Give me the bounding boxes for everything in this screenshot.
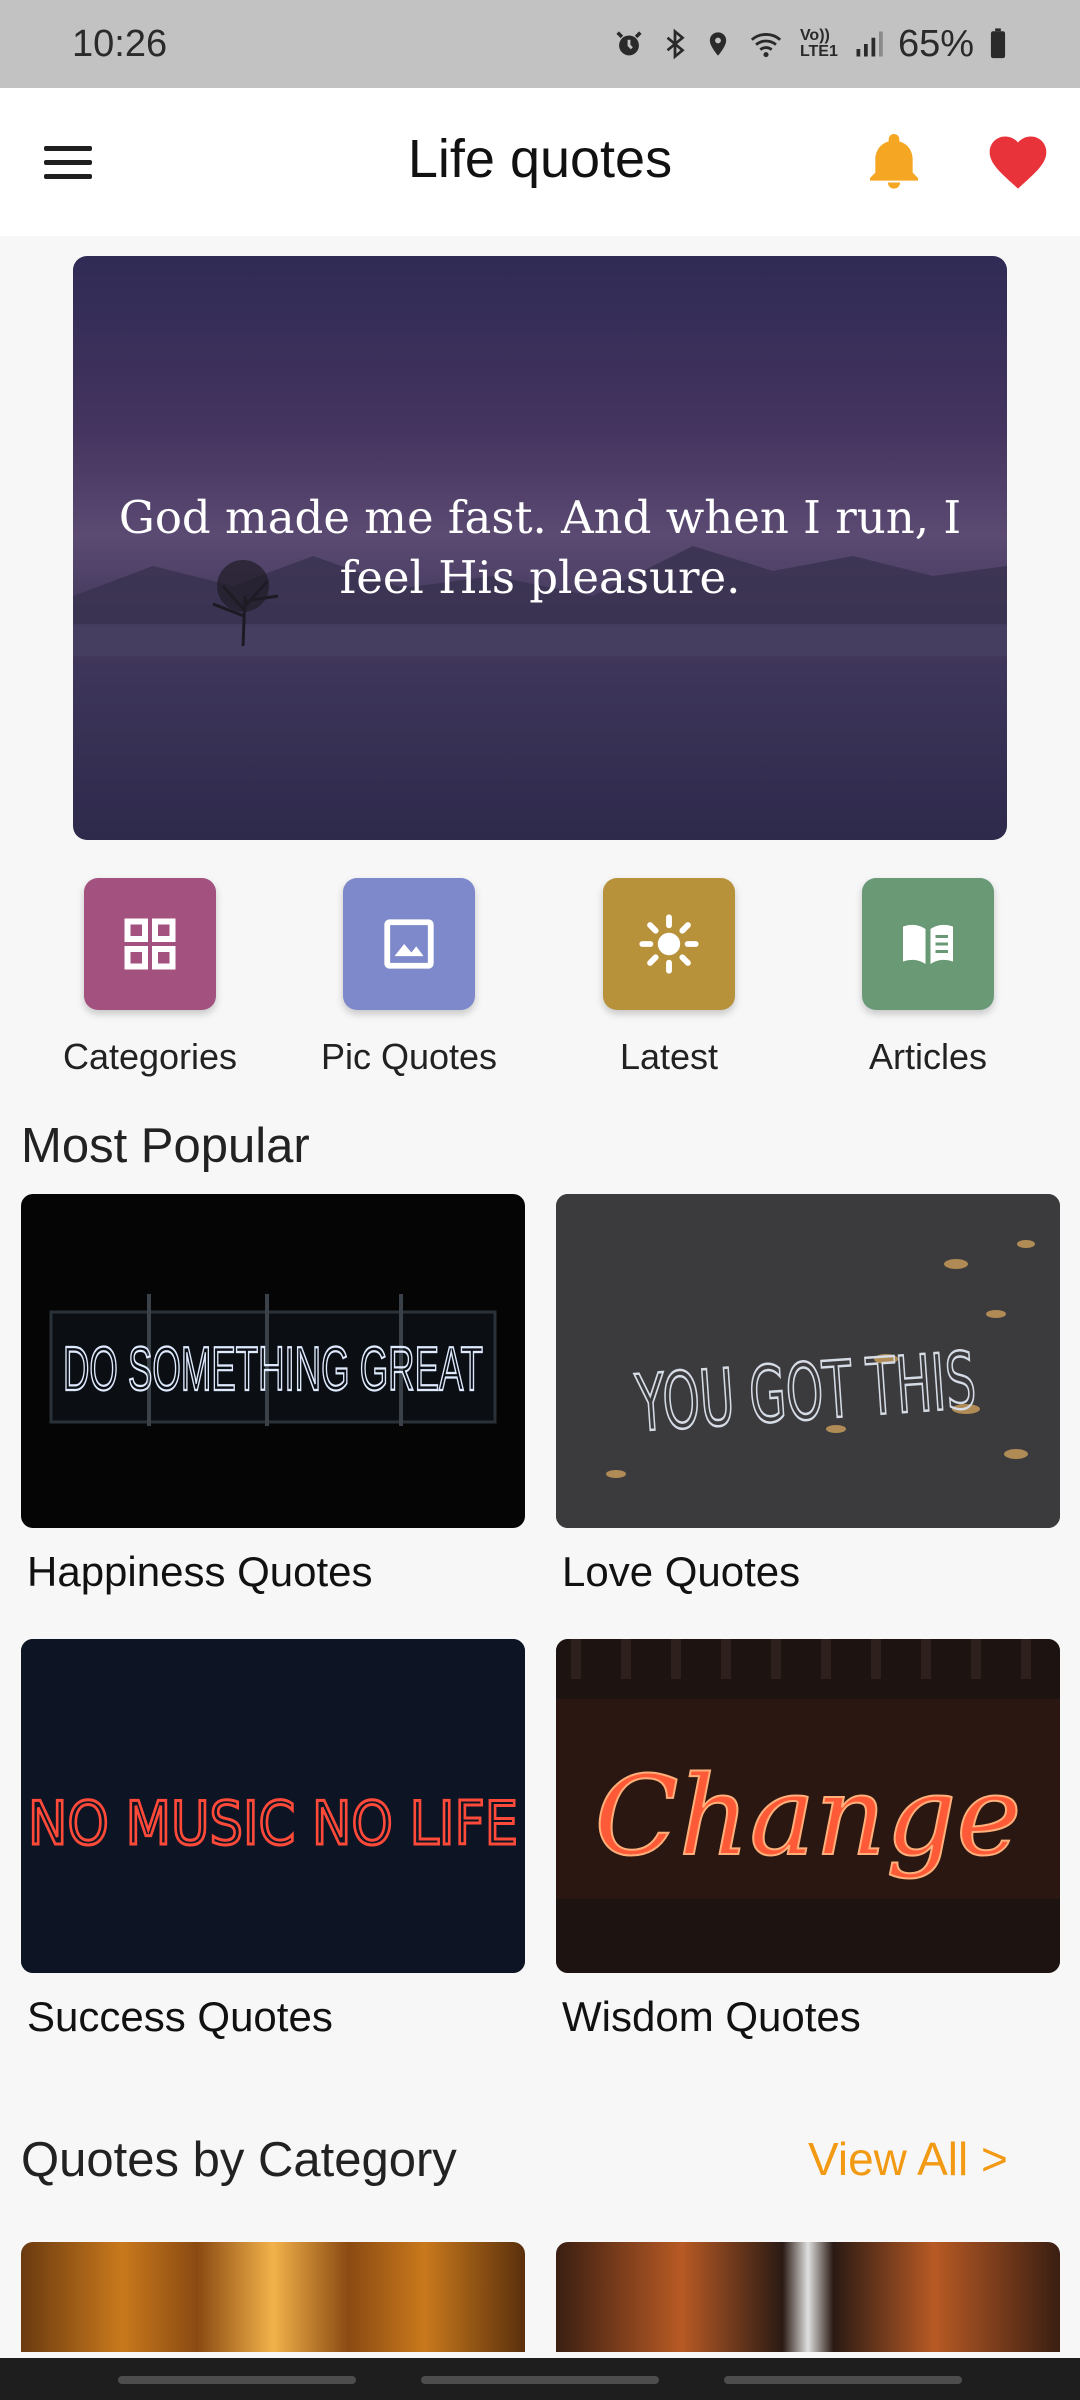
shortcut-articles[interactable]: Articles xyxy=(828,878,1028,1078)
hero-quote-text: God made me fast. And when I run, I feel… xyxy=(118,491,962,604)
system-navigation-bar xyxy=(0,2358,1080,2400)
network-label: Vo)) LTE1 xyxy=(799,27,838,60)
wifi-icon xyxy=(750,33,782,58)
shortcut-label: Categories xyxy=(62,1036,238,1077)
notifications-bell-icon[interactable] xyxy=(862,128,926,196)
card-caption: Wisdom Quotes xyxy=(562,1993,861,2040)
bluetooth-icon xyxy=(666,28,685,60)
shortcut-label: Articles xyxy=(868,1036,988,1077)
nav-home-handle[interactable] xyxy=(421,2376,659,2384)
chalk-text-image: YOU GOT THIS xyxy=(556,1194,1060,1528)
grid-icon xyxy=(124,918,176,970)
shortcut-label: Pic Quotes xyxy=(320,1036,498,1077)
card-caption: Love Quotes xyxy=(562,1548,801,1595)
most-popular-heading: Most Popular xyxy=(21,1119,310,1173)
popular-card-wisdom[interactable]: Change Wisdom Quotes xyxy=(556,1639,1060,2041)
battery-percent: 65% xyxy=(897,22,974,65)
battery-icon xyxy=(990,28,1006,59)
image-overlay-text: NO MUSIC NO LIFE xyxy=(28,1789,518,1859)
wisdom-card-image: Change xyxy=(556,1639,1060,1973)
signal-icon xyxy=(856,31,883,57)
categories-tile xyxy=(84,878,216,1010)
popular-card-success[interactable]: NO MUSIC NO LIFE Success Quotes xyxy=(21,1639,525,2041)
happiness-card-image: DO SOMETHING GREAT xyxy=(21,1194,525,1528)
app-bar: Life quotes xyxy=(0,88,1080,236)
menu-icon-line xyxy=(44,145,92,151)
neon-sign-image: DO SOMETHING GREAT xyxy=(49,1294,497,1426)
category-card-2[interactable] xyxy=(556,2242,1060,2352)
success-card-image: NO MUSIC NO LIFE xyxy=(21,1639,525,1973)
shortcut-pic-quotes[interactable]: Pic Quotes xyxy=(309,878,509,1078)
popular-card-happiness[interactable]: DO SOMETHING GREAT Happiness Quotes xyxy=(21,1194,525,1596)
image-icon xyxy=(384,919,434,969)
status-bar: 10:26 Vo)) LTE1 65% xyxy=(0,0,1080,88)
nav-back-handle[interactable] xyxy=(724,2376,962,2384)
location-icon xyxy=(709,32,727,56)
menu-icon-line xyxy=(44,159,92,165)
neon-sign-image: Change xyxy=(556,1639,1060,1973)
book-icon xyxy=(903,924,953,964)
card-caption: Happiness Quotes xyxy=(27,1548,373,1595)
menu-icon-line xyxy=(44,173,92,179)
card-caption: Success Quotes xyxy=(27,1993,333,2040)
view-all-link[interactable]: View All > xyxy=(808,2132,1008,2186)
shortcut-categories[interactable]: Categories xyxy=(50,878,250,1078)
pic-quotes-tile xyxy=(343,878,475,1010)
menu-button[interactable] xyxy=(44,132,104,192)
category-card-1[interactable] xyxy=(21,2242,525,2352)
nav-recents-handle[interactable] xyxy=(118,2376,356,2384)
status-time: 10:26 xyxy=(72,22,168,65)
love-card-image: YOU GOT THIS xyxy=(556,1194,1060,1528)
latest-tile xyxy=(603,878,735,1010)
featured-quote-card[interactable]: God made me fast. And when I run, I feel… xyxy=(73,256,1007,840)
image-overlay-text: Change xyxy=(595,1752,1022,1880)
favorites-heart-icon[interactable] xyxy=(984,128,1052,196)
shortcut-label: Latest xyxy=(619,1036,719,1077)
alarm-icon xyxy=(616,31,642,56)
neon-sign-image: NO MUSIC NO LIFE xyxy=(21,1639,525,1973)
image-overlay-text: DO SOMETHING GREAT xyxy=(63,1335,483,1404)
quotes-by-category-heading: Quotes by Category xyxy=(21,2133,457,2187)
articles-tile xyxy=(862,878,994,1010)
sun-icon xyxy=(639,914,699,974)
shortcut-latest[interactable]: Latest xyxy=(569,878,769,1078)
popular-card-love[interactable]: YOU GOT THIS Love Quotes xyxy=(556,1194,1060,1596)
status-icons: Vo)) LTE1 65% xyxy=(612,23,1008,66)
